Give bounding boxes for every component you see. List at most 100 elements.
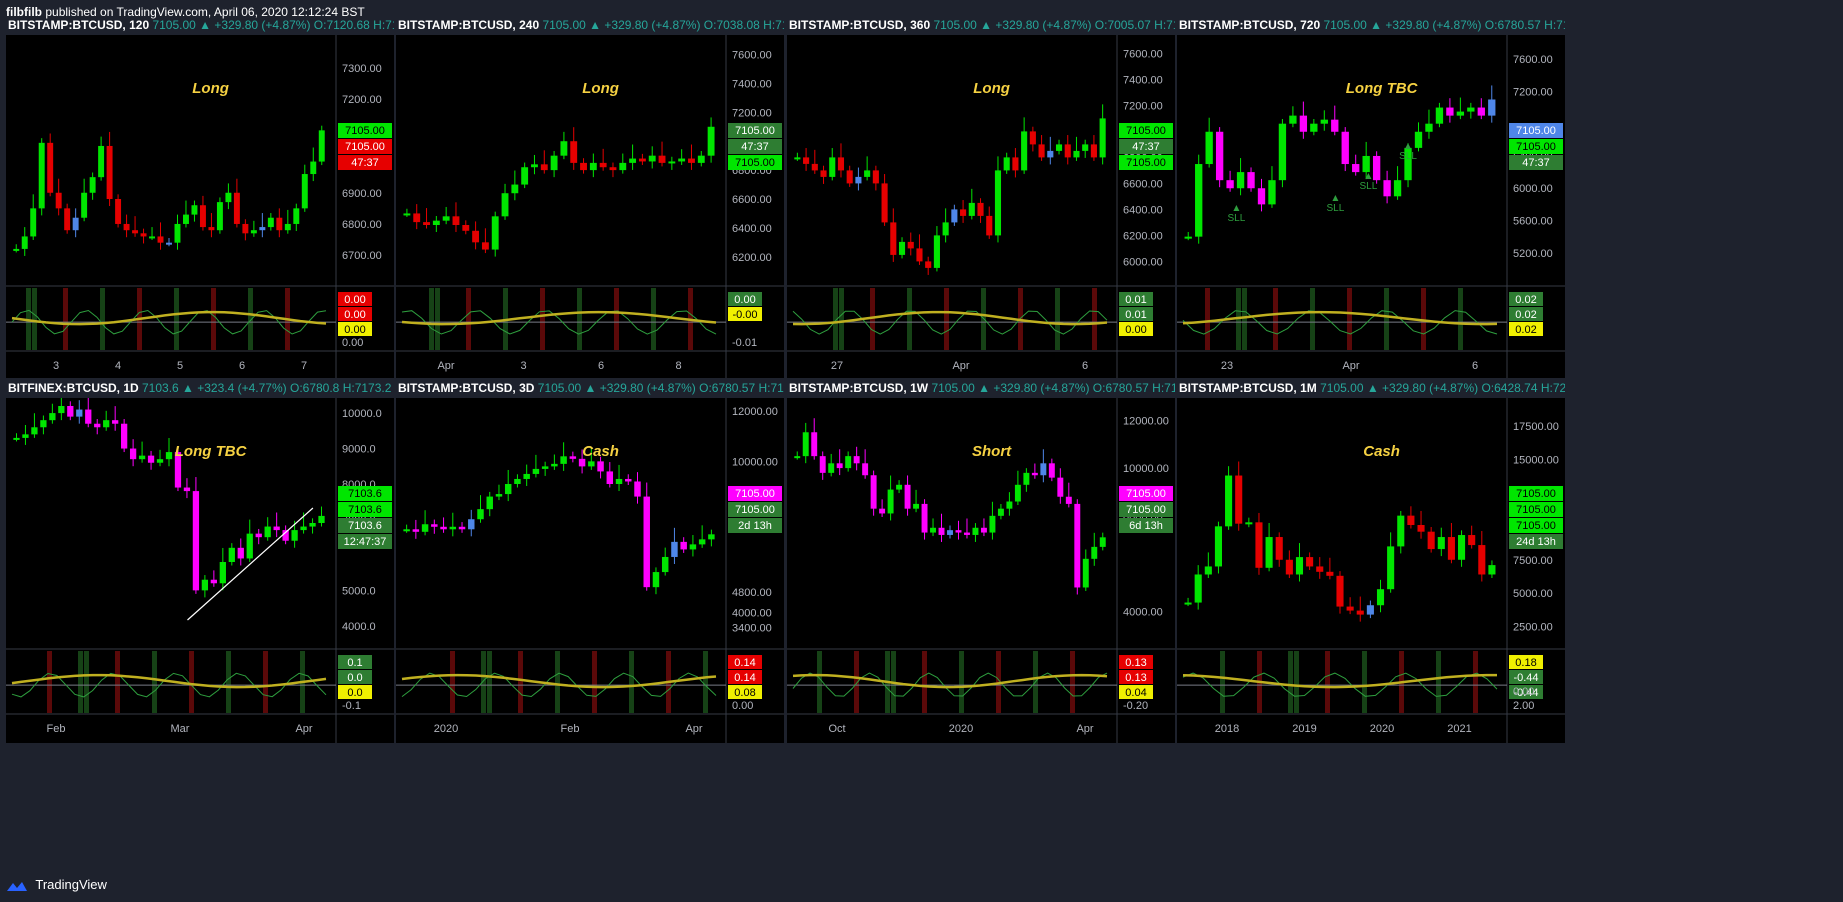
candle — [1082, 549, 1089, 591]
chart-panel[interactable]: BITSTAMP:BTCUSD, 360 7105.00 ▲ +329.80 (… — [787, 15, 1175, 380]
y-tick-label: 5600.00 — [1513, 216, 1553, 228]
signal-bar — [115, 651, 120, 713]
chart-panel[interactable]: BITFINEX:BTCUSD, 1D 7103.6 ▲ +323.4 (+4.… — [6, 378, 394, 743]
candle — [879, 499, 886, 517]
price-label: 47:37 — [1522, 157, 1550, 169]
candle — [1387, 532, 1395, 593]
candle — [938, 513, 945, 542]
candle — [898, 237, 906, 259]
candle — [310, 147, 317, 182]
candle — [1184, 597, 1192, 607]
candle — [1336, 571, 1344, 614]
candle — [1194, 565, 1202, 610]
chart-symbol[interactable]: BITSTAMP:BTCUSD, 1W — [789, 381, 928, 395]
candle — [432, 215, 440, 233]
candle — [55, 178, 62, 216]
candle — [440, 517, 447, 533]
price-label: 47:37 — [351, 157, 379, 169]
annotation-label: Cash — [582, 443, 619, 460]
candle — [862, 449, 869, 479]
y-tick-label: 5200.00 — [1513, 248, 1553, 260]
candle — [1257, 178, 1266, 212]
signal-label: SLL — [1228, 213, 1246, 224]
candle — [421, 510, 429, 536]
candle — [49, 403, 56, 424]
signal-bar — [152, 651, 157, 713]
y-tick-label: 4000.00 — [732, 607, 772, 619]
osc-label: 0.02 — [1515, 309, 1536, 321]
signal-bar — [907, 288, 912, 350]
candle — [802, 422, 809, 464]
candle — [1331, 105, 1339, 136]
chart-svg[interactable]: Long TBC10000.09000.08000.07000.05000.04… — [6, 398, 394, 743]
signal-arrow-icon — [1233, 205, 1240, 211]
signal-bar — [1347, 288, 1352, 350]
candle — [1215, 127, 1224, 188]
candle — [201, 575, 209, 598]
signal-bar — [1070, 651, 1075, 713]
candle — [1021, 117, 1028, 174]
x-tick-label: Apr — [295, 723, 312, 735]
x-tick-label: Apr — [437, 360, 454, 372]
x-tick-label: Apr — [952, 360, 969, 372]
candle — [1082, 139, 1089, 158]
price-label: 7105.00 — [1516, 488, 1556, 500]
candle — [1184, 231, 1192, 241]
osc-label: 0.00 — [344, 324, 365, 336]
chart-svg[interactable]: Short12000.0010000.008000.004000.007105.… — [787, 398, 1175, 743]
chart-panel[interactable]: BITSTAMP:BTCUSD, 1M 7105.00 ▲ +329.80 (+… — [1177, 378, 1565, 743]
chart-svg[interactable]: Long7600.007400.007200.006800.006600.006… — [396, 35, 784, 380]
candle — [1306, 552, 1314, 570]
chart-svg[interactable]: Long TBCSLLSLLSLLSLL7600.007200.006400.0… — [1177, 35, 1565, 380]
candle — [413, 204, 421, 230]
candle — [129, 439, 137, 467]
y-tick-label: 5000.0 — [342, 585, 376, 597]
signal-bar — [1092, 288, 1097, 350]
chart-symbol[interactable]: BITSTAMP:BTCUSD, 1M — [1179, 381, 1317, 395]
candle — [829, 148, 836, 181]
signal-bar — [1273, 288, 1278, 350]
chart-panel[interactable]: BITSTAMP:BTCUSD, 1W 7105.00 ▲ +329.80 (+… — [787, 378, 1175, 743]
signal-bar — [540, 288, 545, 350]
candle — [449, 512, 457, 537]
chart-svg[interactable]: Long7600.007400.007200.006800.006600.006… — [787, 35, 1175, 380]
chart-symbol[interactable]: BITSTAMP:BTCUSD, 3D — [398, 381, 534, 395]
candle — [1427, 527, 1435, 553]
candle — [284, 209, 291, 234]
chart-panel[interactable]: BITSTAMP:BTCUSD, 120 7105.00 ▲ +329.80 (… — [6, 15, 394, 380]
candle — [504, 469, 512, 502]
candle — [501, 183, 509, 220]
chart-panel[interactable]: BITSTAMP:BTCUSD, 240 7105.00 ▲ +329.80 (… — [396, 15, 784, 380]
chart-header: BITFINEX:BTCUSD, 1D 7103.6 ▲ +323.4 (+4.… — [6, 378, 394, 398]
candle — [986, 206, 993, 239]
candle — [707, 117, 715, 163]
author-name[interactable]: filbfilb — [6, 5, 42, 19]
chart-panel[interactable]: BITSTAMP:BTCUSD, 720 7105.00 ▲ +329.80 (… — [1177, 15, 1565, 380]
y-tick-label: 12000.00 — [1123, 415, 1169, 427]
candle — [599, 148, 607, 171]
signal-bar — [1288, 651, 1293, 713]
candle — [997, 503, 1004, 520]
chart-symbol[interactable]: BITFINEX:BTCUSD, 1D — [8, 381, 139, 395]
chart-svg[interactable]: Cash17500.0015000.0012500.0010000.007500… — [1177, 398, 1565, 743]
annotation-label: Long TBC — [175, 443, 248, 460]
candle — [191, 200, 198, 222]
candle — [1289, 106, 1297, 128]
y-tick-label: 7500.00 — [1513, 555, 1553, 567]
chart-panel[interactable]: BITSTAMP:BTCUSD, 3D 7105.00 ▲ +329.80 (+… — [396, 378, 784, 743]
footer-brand[interactable]: TradingView — [6, 874, 107, 896]
candle — [166, 238, 172, 247]
candle — [233, 178, 240, 228]
candle — [1023, 468, 1030, 492]
x-tick-label: 6 — [239, 360, 245, 372]
signal-bar — [1384, 288, 1389, 350]
candle — [652, 567, 660, 595]
candle — [1383, 170, 1391, 204]
chart-svg[interactable]: Cash12000.0010000.008000.004800.004000.0… — [396, 398, 784, 743]
candle — [183, 200, 189, 228]
candle — [1341, 127, 1349, 172]
candle — [1417, 510, 1425, 539]
candle — [1488, 560, 1496, 578]
price-label: 7105.00 — [345, 141, 385, 153]
chart-svg[interactable]: Long 7300.00 7200.00 6900.00 6800.00 6700.00 7… — [6, 35, 394, 380]
